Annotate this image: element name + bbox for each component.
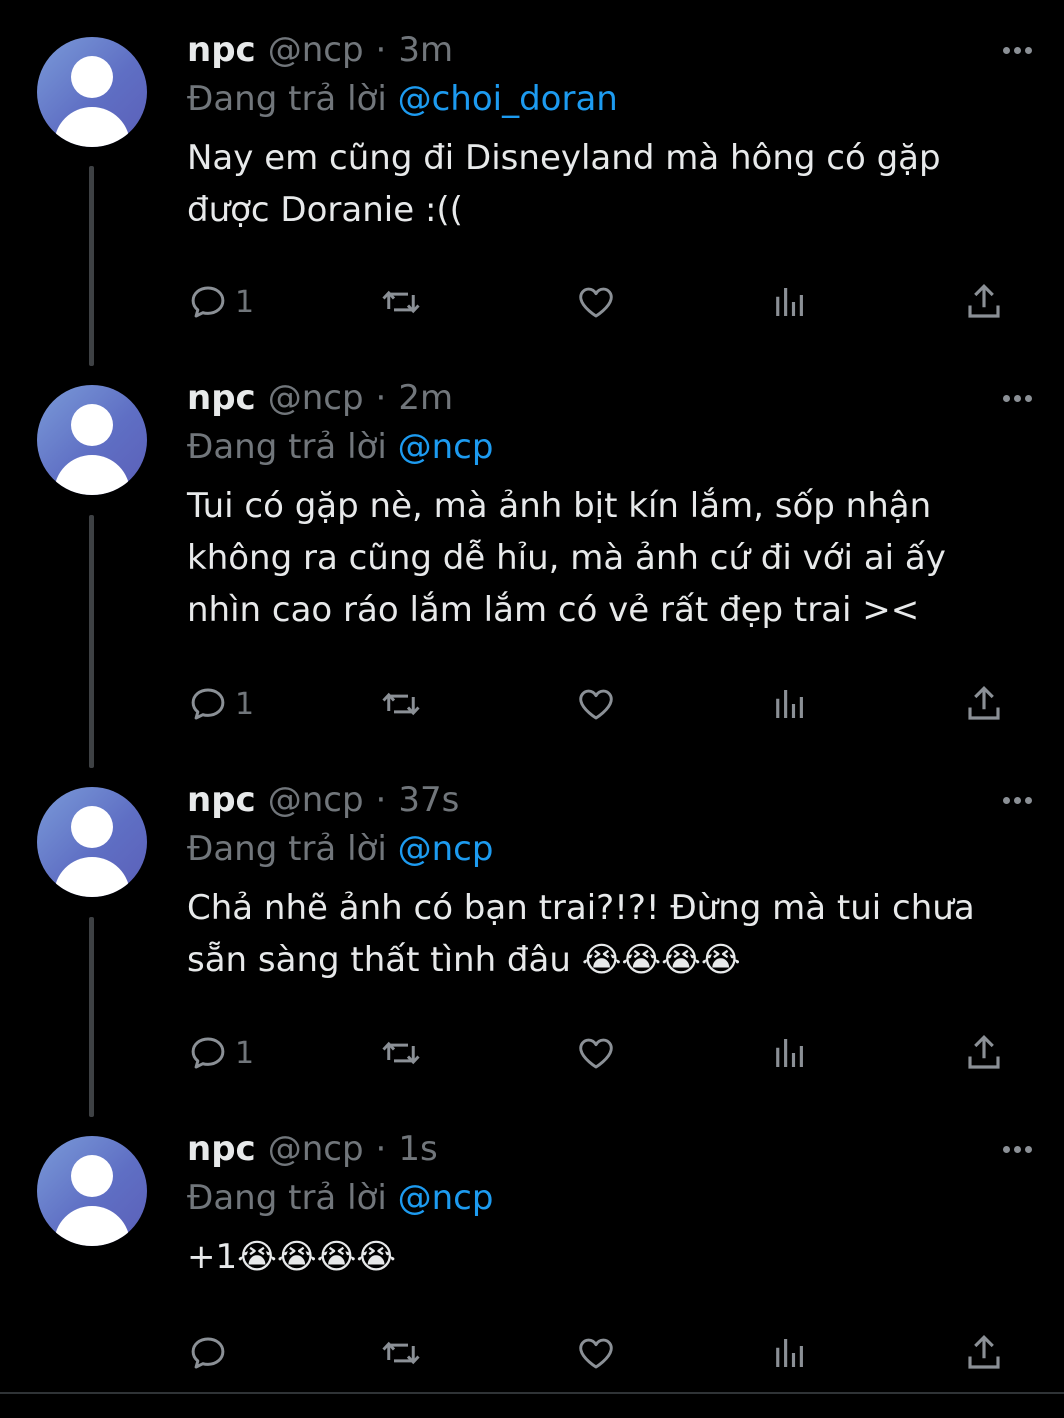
views-icon	[776, 1339, 803, 1367]
tweet[interactable]: npc @ncp · 2m Đang trả lời @ncp Tui có g…	[0, 374, 1064, 744]
retweet-button[interactable]	[380, 280, 422, 324]
action-bar: 1	[187, 1031, 1017, 1075]
reply-count: 1	[235, 284, 255, 320]
share-icon	[968, 284, 1000, 318]
views-button[interactable]	[769, 280, 811, 324]
separator-dot: ·	[375, 1129, 387, 1169]
reply-button[interactable]: 1	[187, 1031, 254, 1075]
mention-link[interactable]: @choi_doran	[398, 79, 618, 119]
share-button[interactable]	[963, 1031, 1005, 1075]
user-handle[interactable]: @ncp	[268, 780, 364, 820]
tweet-text: Tui có gặp nè, mà ảnh bịt kín lắm, sốp n…	[187, 486, 946, 630]
display-name[interactable]: npc	[187, 780, 256, 820]
tweet[interactable]: npc @ncp · 3m Đang trả lời @choi_doran N…	[0, 26, 1064, 346]
user-handle[interactable]: @ncp	[268, 30, 364, 70]
views-button[interactable]	[769, 1331, 811, 1375]
reply-prefix: Đang trả lời	[187, 829, 387, 869]
separator-dot: ·	[375, 378, 387, 418]
share-button[interactable]	[963, 682, 1005, 726]
timestamp[interactable]: 2m	[398, 378, 453, 418]
tweet-header: npc @ncp · 3m	[187, 26, 453, 74]
views-icon	[776, 1039, 803, 1067]
reply-prefix: Đang trả lời	[187, 427, 387, 467]
separator-dot: ·	[375, 780, 387, 820]
timestamp[interactable]: 37s	[398, 780, 459, 820]
reply-icon	[191, 286, 225, 318]
share-icon	[968, 686, 1000, 720]
reply-prefix: Đang trả lời	[187, 1178, 387, 1218]
avatar[interactable]	[37, 385, 147, 495]
action-bar: 1	[187, 682, 1017, 726]
tweet-text: +1😭😭😭😭	[187, 1237, 397, 1277]
avatar[interactable]	[37, 787, 147, 897]
mention-link[interactable]: @ncp	[398, 1178, 494, 1218]
action-bar: 1	[187, 280, 1017, 324]
replying-to: Đang trả lời @choi_doran	[187, 79, 618, 119]
heart-icon	[579, 1038, 613, 1069]
retweet-icon	[382, 1341, 420, 1365]
display-name[interactable]: npc	[187, 30, 256, 70]
share-button[interactable]	[963, 1331, 1005, 1375]
tweet-header: npc @ncp · 1s	[187, 1125, 438, 1173]
reply-count: 1	[235, 1035, 255, 1071]
views-button[interactable]	[769, 1031, 811, 1075]
reply-button[interactable]: 1	[187, 682, 254, 726]
heart-icon	[579, 1338, 613, 1369]
reply-icon	[191, 1037, 225, 1069]
retweet-button[interactable]	[380, 1031, 422, 1075]
more-icon[interactable]	[1003, 776, 1032, 824]
tweet-text: Chả nhẽ ảnh có bạn trai?!?! Đừng mà tui …	[187, 888, 975, 980]
display-name[interactable]: npc	[187, 1129, 256, 1169]
heart-icon	[579, 287, 613, 318]
retweet-icon	[382, 692, 420, 716]
more-icon[interactable]	[1003, 374, 1032, 422]
like-button[interactable]	[575, 280, 617, 324]
mention-link[interactable]: @ncp	[398, 829, 494, 869]
share-button[interactable]	[963, 280, 1005, 324]
user-handle[interactable]: @ncp	[268, 1129, 364, 1169]
action-bar	[187, 1331, 1017, 1375]
replying-to: Đang trả lời @ncp	[187, 427, 493, 467]
views-button[interactable]	[769, 682, 811, 726]
timestamp[interactable]: 1s	[398, 1129, 437, 1169]
reply-count: 1	[235, 686, 255, 722]
retweet-icon	[382, 290, 420, 314]
heart-icon	[579, 689, 613, 720]
views-icon	[776, 690, 803, 718]
reply-button[interactable]	[187, 1331, 235, 1375]
retweet-button[interactable]	[380, 1331, 422, 1375]
reply-button[interactable]: 1	[187, 280, 254, 324]
like-button[interactable]	[575, 1031, 617, 1075]
reply-icon	[191, 688, 225, 720]
retweet-icon	[382, 1041, 420, 1065]
tweet[interactable]: npc @ncp · 1s Đang trả lời @ncp +1😭😭😭😭	[0, 1125, 1064, 1380]
views-icon	[776, 288, 803, 316]
timestamp[interactable]: 3m	[398, 30, 453, 70]
tweet-header: npc @ncp · 37s	[187, 776, 459, 824]
more-icon[interactable]	[1003, 26, 1032, 74]
divider	[0, 1392, 1064, 1394]
more-icon[interactable]	[1003, 1125, 1032, 1173]
reply-prefix: Đang trả lời	[187, 79, 387, 119]
like-button[interactable]	[575, 682, 617, 726]
replying-to: Đang trả lời @ncp	[187, 829, 493, 869]
display-name[interactable]: npc	[187, 378, 256, 418]
user-handle[interactable]: @ncp	[268, 378, 364, 418]
tweet[interactable]: npc @ncp · 37s Đang trả lời @ncp Chả nhẽ…	[0, 776, 1064, 1096]
tweet-header: npc @ncp · 2m	[187, 374, 453, 422]
tweet-text: Nay em cũng đi Disneyland mà hông có gặp…	[187, 138, 941, 230]
share-icon	[968, 1035, 1000, 1069]
retweet-button[interactable]	[380, 682, 422, 726]
mention-link[interactable]: @ncp	[398, 427, 494, 467]
replying-to: Đang trả lời @ncp	[187, 1178, 493, 1218]
avatar[interactable]	[37, 37, 147, 147]
separator-dot: ·	[375, 30, 387, 70]
avatar[interactable]	[37, 1136, 147, 1246]
reply-icon	[191, 1337, 225, 1369]
like-button[interactable]	[575, 1331, 617, 1375]
share-icon	[968, 1335, 1000, 1369]
